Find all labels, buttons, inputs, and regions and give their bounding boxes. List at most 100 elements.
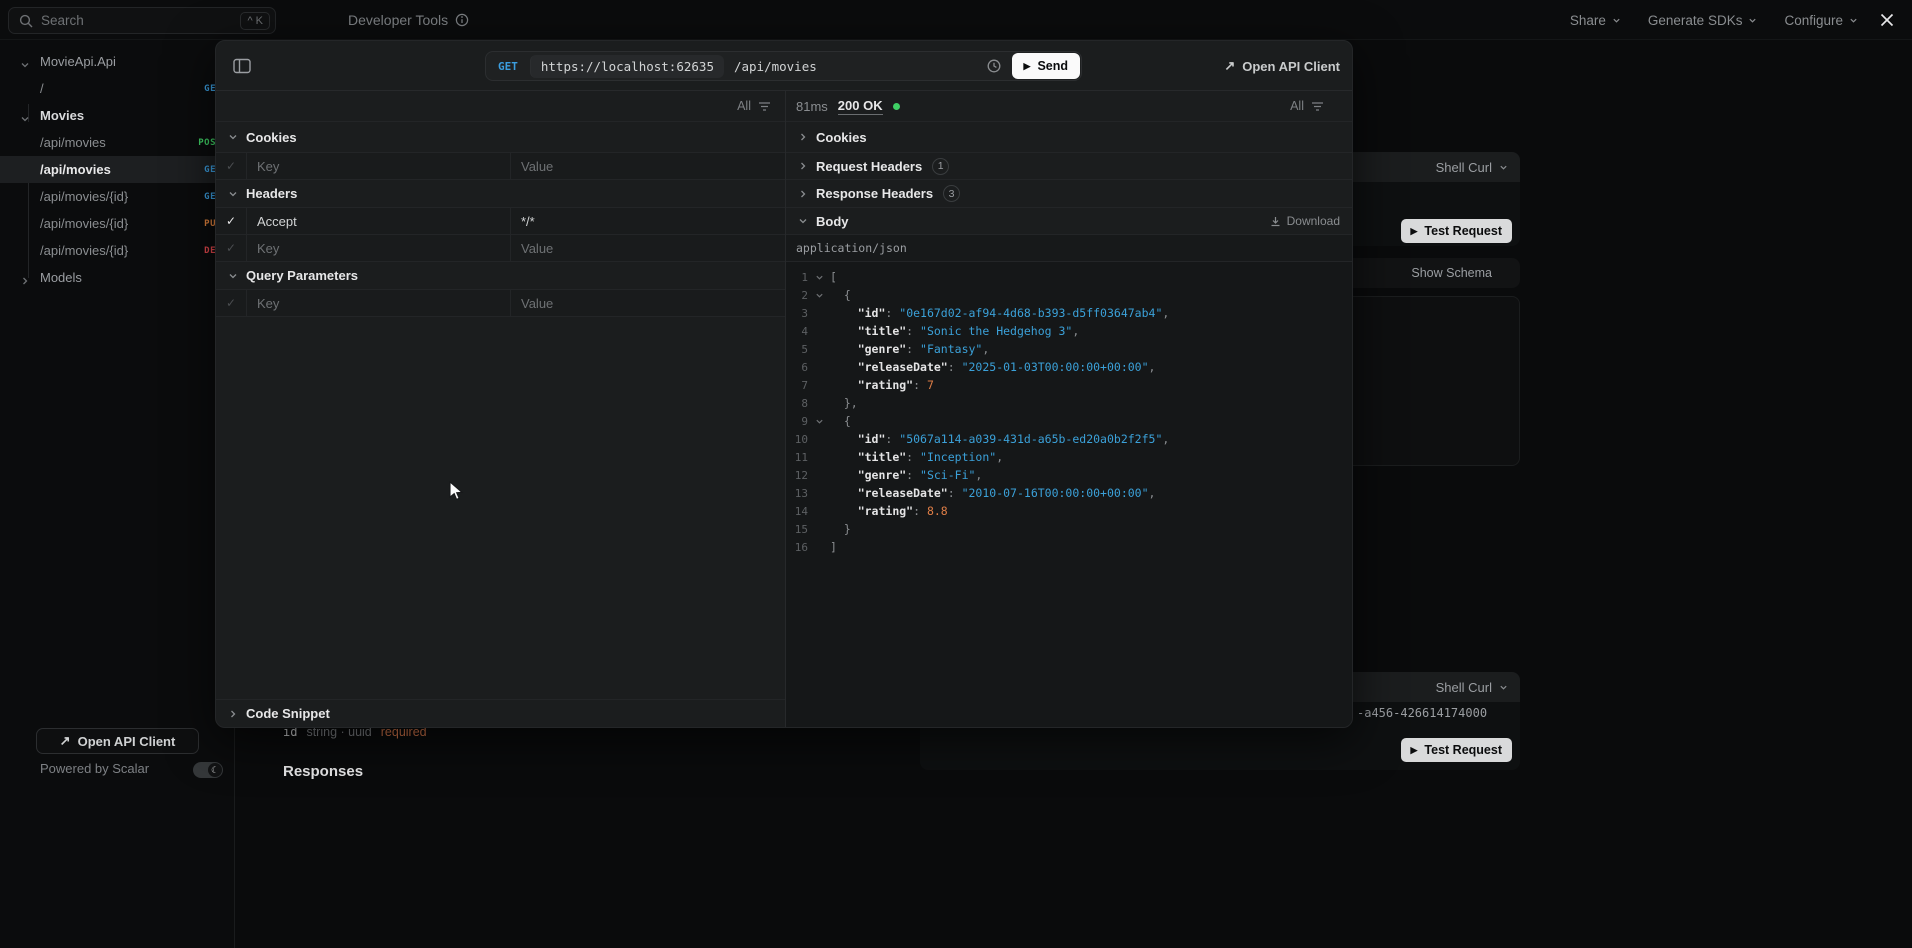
base-url-field[interactable]: https://localhost:62635 [530,55,724,78]
code-text: }, [830,396,858,410]
row-checkbox[interactable]: ✓ [216,290,246,316]
query-value-input[interactable] [521,296,775,311]
code-text: "title": "Inception", [830,450,1003,464]
sidebar-item-api-movies[interactable]: /api/moviesGE [0,156,235,183]
row-checkbox-checked[interactable]: ✓ [216,208,246,234]
sidebar-item-label: MovieApi.Api [40,54,116,69]
content-type-row: application/json [786,235,1352,262]
sidebar-item-api-movies-id[interactable]: /api/movies/{id}GE [0,183,235,210]
download-button[interactable]: Download [1270,214,1340,228]
configure-label: Configure [1784,13,1843,28]
section-response-cookies[interactable]: Cookies [786,122,1352,153]
play-icon: ▶ [1411,745,1418,756]
code-line-10: 10 "id": "5067a114-a039-431d-a65b-ed20a0… [786,430,1352,448]
count-badge: 1 [932,158,949,175]
code-text: ] [830,540,837,554]
response-status[interactable]: 200 OK [838,98,883,115]
sidebar-item-models[interactable]: Models [0,264,235,291]
code-line-7: 7 "rating": 7 [786,376,1352,394]
request-filter[interactable]: All [737,99,771,113]
share-menu[interactable]: Share [1570,13,1621,28]
path-field[interactable]: /api/movies [724,59,817,74]
section-code-snippet[interactable]: Code Snippet [216,699,785,727]
row-checkbox[interactable]: ✓ [216,235,246,261]
fold-chevron-icon[interactable] [808,273,830,282]
line-number: 2 [786,289,808,302]
method-badge: POS [198,138,216,148]
code-line-2: 2 { [786,286,1352,304]
cookie-value-input[interactable] [521,159,775,174]
code-text: "genre": "Sci-Fi", [830,468,982,482]
header-value[interactable]: */* [521,214,535,229]
url-bar: GET https://localhost:62635 /api/movies … [485,51,1082,81]
chevron-down-icon [1612,16,1621,25]
close-icon[interactable] [1878,11,1896,29]
sidebar-item-label: /api/movies/{id} [40,243,128,258]
sidebar-item-label: Models [40,270,82,285]
generate-sdks-menu[interactable]: Generate SDKs [1648,13,1758,28]
query-key-input[interactable] [257,296,500,311]
open-api-client-button[interactable]: ↗ Open API Client [36,728,199,754]
sidebar-item-api-movies[interactable]: /api/moviesPOS [0,129,235,156]
open-api-client-link[interactable]: ↗ Open API Client [1224,41,1340,91]
line-number: 7 [786,379,808,392]
send-label: Send [1037,59,1068,73]
fold-chevron-icon[interactable] [808,291,830,300]
configure-menu[interactable]: Configure [1784,13,1858,28]
header-row-accept: ✓ Accept */* [216,208,785,235]
sidebar: MovieApi.Api/GEMovies/api/moviesPOS/api/… [0,40,235,948]
code-line-12: 12 "genre": "Sci-Fi", [786,466,1352,484]
code-line-15: 15 } [786,520,1352,538]
sidebar-item-label: /api/movies/{id} [40,189,128,204]
response-filter[interactable]: All [1290,99,1324,113]
code-line-5: 5 "genre": "Fantasy", [786,340,1352,358]
info-icon[interactable] [455,13,469,27]
section-cookies[interactable]: Cookies [216,122,785,153]
query-row: ✓ [216,290,785,317]
section-query-parameters[interactable]: Query Parameters [216,262,785,290]
sidebar-item-api-movies-id[interactable]: /api/movies/{id}DE [0,237,235,264]
dark-mode-toggle[interactable]: ☾ [193,762,223,778]
sidebar-item-movies[interactable]: Movies [0,102,235,129]
response-time: 81ms [796,99,828,114]
search-input[interactable]: Search ^ K [8,7,276,34]
cookie-key-input[interactable] [257,159,500,174]
chevron-down-icon [20,111,30,121]
section-body[interactable]: Body Download [786,208,1352,235]
header-key[interactable]: Accept [257,214,297,229]
section-response-headers[interactable]: Response Headers 3 [786,180,1352,208]
download-icon [1270,216,1281,227]
chevron-right-icon [20,273,30,283]
search-icon [19,14,33,28]
request-panel: All Cookies ✓ Headers [216,91,786,727]
filter-all-label: All [1290,99,1304,113]
method-badge[interactable]: GET [486,60,530,73]
sidebar-item-api-movies-id[interactable]: /api/movies/{id}PU [0,210,235,237]
uuid-example-fragment: -a456-426614174000 [1357,706,1487,720]
external-link-icon: ↗ [60,733,71,749]
test-request-button[interactable]: ▶ Test Request [1401,219,1513,243]
code-text: "rating": 7 [830,378,934,392]
sidebar-item-[interactable]: /GE [0,75,235,102]
send-button[interactable]: ▶ Send [1012,53,1080,79]
code-line-3: 3 "id": "0e167d02-af94-4d68-b393-d5ff036… [786,304,1352,322]
header-value-input[interactable] [521,241,775,256]
headers-section-label: Headers [246,186,297,201]
line-number: 12 [786,469,808,482]
code-text: } [830,522,851,536]
code-text: "releaseDate": "2010-07-16T00:00:00+00:0… [830,486,1155,500]
chevron-down-icon [1748,16,1757,25]
fold-chevron-icon[interactable] [808,417,830,426]
test-request-button[interactable]: ▶ Test Request [1401,738,1513,762]
row-checkbox[interactable]: ✓ [216,153,246,179]
moon-icon: ☾ [208,763,222,777]
history-icon[interactable] [986,58,1002,74]
header-key-input[interactable] [257,241,500,256]
sidebar-item-movieapi-api[interactable]: MovieApi.Api [0,48,235,75]
section-request-headers[interactable]: Request Headers 1 [786,153,1352,180]
code-text: "rating": 8.8 [830,504,948,518]
sidebar-toggle-icon[interactable] [232,56,252,76]
section-headers[interactable]: Headers [216,180,785,208]
generate-sdks-label: Generate SDKs [1648,13,1743,28]
download-label: Download [1287,214,1340,228]
